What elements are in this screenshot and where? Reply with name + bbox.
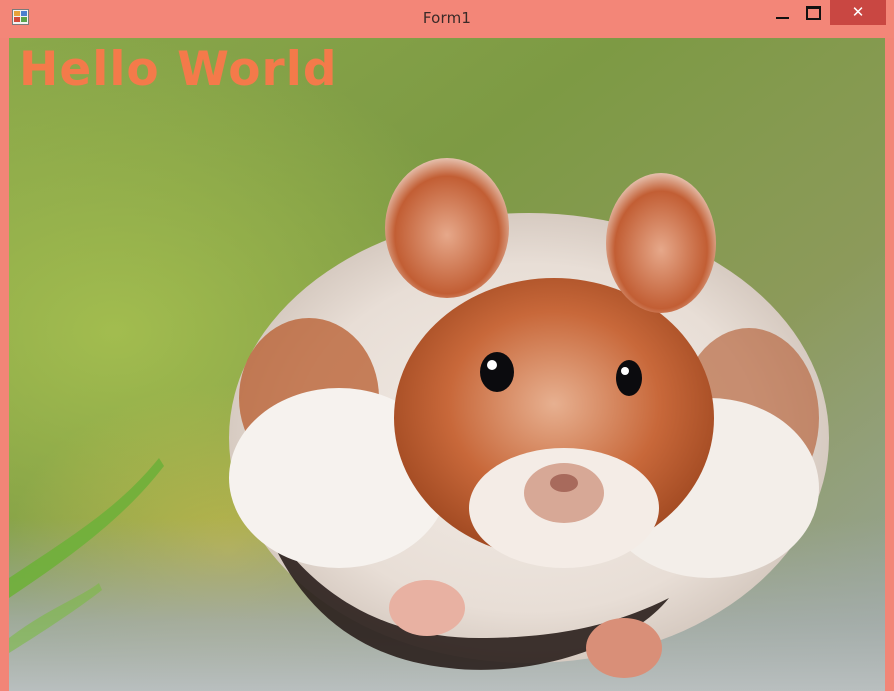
window-title: Form1 bbox=[422, 9, 472, 27]
maximize-icon bbox=[805, 5, 821, 20]
minimize-button[interactable] bbox=[770, 0, 795, 25]
hamster-photo bbox=[9, 38, 885, 691]
maximize-button[interactable] bbox=[799, 0, 827, 25]
hello-world-label: Hello World bbox=[19, 42, 338, 97]
minimize-icon bbox=[776, 16, 789, 19]
close-icon: ✕ bbox=[851, 3, 865, 21]
form-window: Form1 ✕ Hello World bbox=[0, 0, 894, 691]
close-button[interactable]: ✕ bbox=[830, 0, 886, 25]
form-client-area: Hello World bbox=[9, 38, 885, 691]
title-bar[interactable]: Form1 ✕ bbox=[0, 0, 894, 38]
